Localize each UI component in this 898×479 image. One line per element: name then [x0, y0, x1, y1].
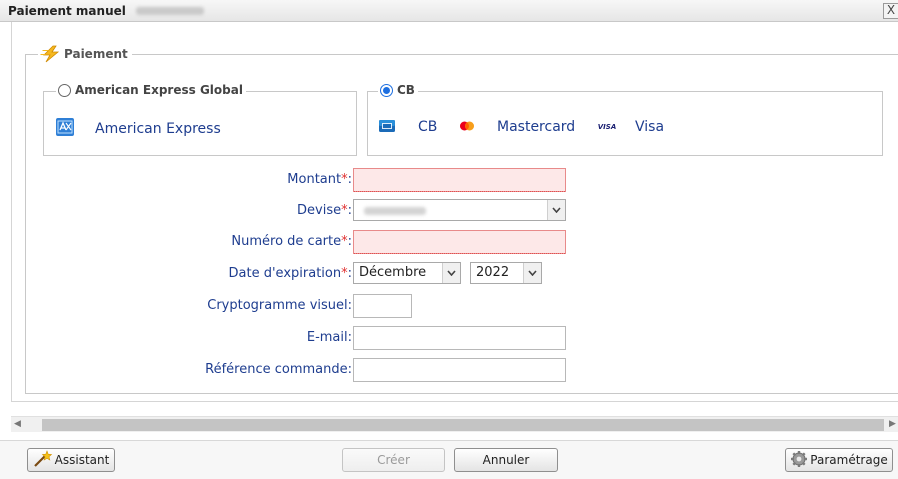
- amex-method-legend[interactable]: American Express Global: [56, 81, 246, 99]
- magic-wand-icon: [33, 449, 53, 471]
- payment-legend-text: Paiement: [64, 47, 128, 61]
- cb-card-icon: [379, 119, 395, 135]
- scroll-right-icon[interactable]: ▶: [889, 419, 896, 429]
- brand-mastercard[interactable]: Mastercard: [459, 119, 575, 135]
- currency-label: Devise*:: [297, 203, 352, 218]
- email-label: E-mail:: [306, 330, 352, 345]
- svg-text:VISA: VISA: [598, 123, 616, 131]
- chevron-down-icon[interactable]: [442, 263, 460, 283]
- create-button[interactable]: Créer: [342, 448, 445, 472]
- horizontal-scrollbar[interactable]: ◀ ▶: [11, 416, 898, 432]
- amex-radio[interactable]: [58, 83, 71, 97]
- cvv-label: Cryptogramme visuel:: [207, 298, 352, 313]
- amount-label: Montant*:: [287, 172, 352, 187]
- chevron-down-icon[interactable]: [547, 200, 565, 220]
- cb-method-legend[interactable]: CB: [378, 81, 418, 99]
- amex-method-label: American Express Global: [75, 83, 243, 97]
- assistant-button[interactable]: Assistant: [27, 448, 115, 472]
- email-input[interactable]: [353, 326, 566, 350]
- settings-button[interactable]: Paramétrage: [785, 448, 893, 472]
- close-button[interactable]: X: [883, 3, 898, 19]
- cb-radio[interactable]: [380, 83, 393, 97]
- assistant-label: Assistant: [54, 453, 110, 467]
- brand-label: Visa: [635, 119, 665, 135]
- brand-visa[interactable]: VISA Visa: [597, 119, 664, 135]
- amount-input[interactable]: [353, 168, 566, 192]
- order-ref-input[interactable]: [353, 358, 566, 382]
- window-titlebar: Paiement manuel X: [0, 0, 898, 22]
- lightning-icon: [40, 45, 62, 63]
- brand-label: American Express: [95, 120, 221, 137]
- merchant-name-redacted: [136, 7, 204, 15]
- brand-american-express[interactable]: American Express: [56, 118, 221, 139]
- brand-label: Mastercard: [497, 119, 576, 135]
- cvv-input[interactable]: [353, 294, 412, 318]
- window-title: Paiement manuel: [8, 4, 126, 18]
- expiry-month-value: Décembre: [359, 265, 427, 280]
- brand-label: CB: [418, 119, 438, 135]
- scroll-left-icon[interactable]: ◀: [14, 419, 21, 429]
- scrollbar-thumb[interactable]: [42, 419, 884, 431]
- mastercard-icon: [459, 120, 475, 135]
- payment-fieldset-legend: Paiement: [38, 44, 132, 64]
- chevron-down-icon[interactable]: [523, 263, 541, 283]
- cancel-button[interactable]: Annuler: [454, 448, 558, 472]
- amex-card-icon: [56, 118, 74, 139]
- gear-icon: [790, 450, 808, 471]
- expiry-label: Date d'expiration*:: [228, 266, 352, 281]
- order-ref-label: Référence commande:: [205, 362, 352, 377]
- expiry-month-select[interactable]: Décembre: [353, 262, 461, 284]
- card-number-label: Numéro de carte*:: [231, 234, 352, 249]
- currency-value-redacted: [364, 207, 426, 215]
- brand-cb[interactable]: CB: [379, 119, 437, 135]
- currency-select[interactable]: [353, 199, 566, 221]
- expiry-year-select[interactable]: 2022: [470, 262, 542, 284]
- settings-label: Paramétrage: [810, 453, 888, 467]
- cb-method-label: CB: [397, 83, 415, 97]
- expiry-year-value: 2022: [476, 265, 510, 280]
- dialog-footer: Assistant Créer Annuler Paramétrage: [0, 440, 898, 479]
- visa-icon: VISA: [597, 120, 617, 135]
- card-number-input[interactable]: [353, 230, 566, 254]
